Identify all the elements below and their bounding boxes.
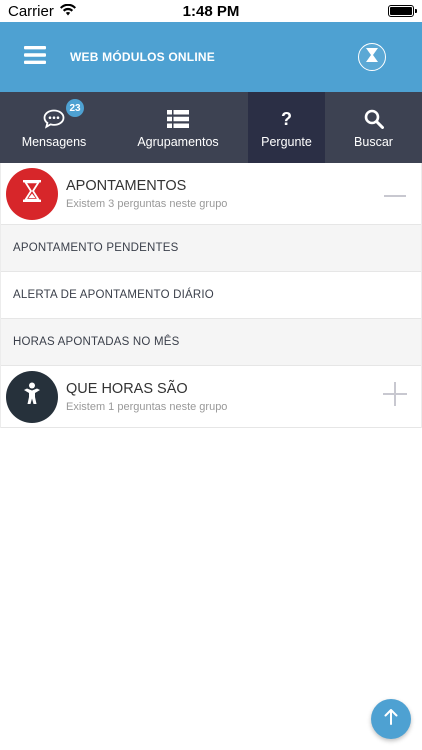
- status-bar: Carrier 1:48 PM: [0, 0, 422, 22]
- notification-badge: 23: [66, 99, 84, 117]
- tab-mensagens[interactable]: Mensagens 23: [0, 92, 108, 163]
- question-item[interactable]: HORAS APONTADAS NO MÊS: [1, 319, 421, 366]
- question-glyph: ?: [281, 108, 292, 129]
- page-title: WEB MÓDULOS ONLINE: [70, 50, 215, 64]
- status-left: Carrier: [8, 3, 76, 20]
- question-item[interactable]: ALERTA DE APONTAMENTO DIÁRIO: [1, 272, 421, 319]
- group-subtitle: Existem 3 perguntas neste grupo: [66, 197, 228, 210]
- group-subtitle: Existem 1 perguntas neste grupo: [66, 400, 228, 413]
- list-icon: [167, 107, 189, 131]
- plus-icon: [383, 382, 407, 411]
- hourglass-icon: [365, 47, 379, 68]
- group-list: APONTAMENTOS Existem 3 perguntas neste g…: [0, 163, 422, 428]
- group-avatar: [6, 167, 58, 220]
- tab-buscar[interactable]: Buscar: [325, 92, 422, 163]
- group-text: APONTAMENTOS Existem 3 perguntas neste g…: [66, 178, 373, 210]
- tab-pergunte[interactable]: ? Pergunte: [248, 92, 325, 163]
- tab-label: Pergunte: [261, 134, 312, 149]
- question-icon: ?: [281, 107, 292, 131]
- group-title: APONTAMENTOS: [66, 177, 187, 194]
- expand-button[interactable]: [373, 375, 417, 419]
- tab-bar: Mensagens 23 Agrupamentos ? Pergunte Bus…: [0, 92, 422, 163]
- app-header: WEB MÓDULOS ONLINE: [0, 22, 422, 92]
- arrow-up-icon: [384, 708, 398, 730]
- menu-button[interactable]: [0, 22, 70, 92]
- group-apontamentos: APONTAMENTOS Existem 3 perguntas neste g…: [0, 163, 422, 366]
- hamburger-icon: [24, 45, 46, 69]
- collapse-button[interactable]: [373, 172, 417, 216]
- carrier-label: Carrier: [8, 2, 54, 20]
- group-header[interactable]: APONTAMENTOS Existem 3 perguntas neste g…: [1, 163, 421, 225]
- logo-button[interactable]: [358, 43, 386, 71]
- hourglass-icon: [22, 179, 42, 208]
- chat-icon: [43, 107, 65, 131]
- person-icon: [23, 382, 41, 411]
- tab-label: Agrupamentos: [137, 134, 219, 149]
- tab-label: Mensagens: [21, 134, 87, 149]
- battery-icon: [388, 5, 417, 17]
- group-avatar: [6, 370, 58, 423]
- scroll-top-button[interactable]: [371, 699, 411, 739]
- group-que-horas-sao: QUE HORAS SÃO Existem 1 perguntas neste …: [0, 366, 422, 428]
- group-header[interactable]: QUE HORAS SÃO Existem 1 perguntas neste …: [1, 366, 421, 428]
- wifi-icon: [59, 3, 76, 20]
- tab-label: Buscar: [354, 134, 393, 149]
- group-text: QUE HORAS SÃO Existem 1 perguntas neste …: [66, 381, 373, 413]
- question-item[interactable]: APONTAMENTO PENDENTES: [1, 225, 421, 272]
- minus-icon: [384, 185, 406, 203]
- group-title: QUE HORAS SÃO: [66, 380, 188, 397]
- search-icon: [364, 107, 384, 131]
- tab-agrupamentos[interactable]: Agrupamentos: [108, 92, 248, 163]
